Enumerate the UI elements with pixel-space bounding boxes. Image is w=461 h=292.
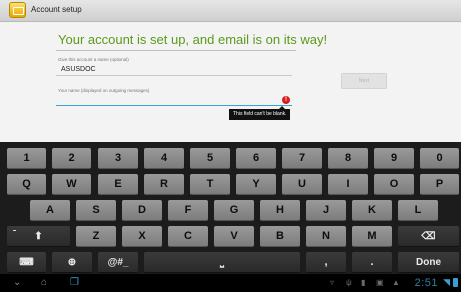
key-a[interactable]: A bbox=[30, 200, 70, 221]
key-i[interactable]: I bbox=[328, 174, 368, 195]
key-r[interactable]: R bbox=[144, 174, 184, 195]
key-e[interactable]: E bbox=[98, 174, 138, 195]
key-0[interactable]: 0 bbox=[420, 148, 459, 169]
key-4[interactable]: 4 bbox=[144, 148, 184, 169]
key-l[interactable]: L bbox=[398, 200, 438, 221]
warning-icon: ▲ bbox=[392, 278, 400, 287]
system-bar: ⌄ ⌂ ❐ ▿ ψ ▮ ▣ ▲ 2:51 ◥ bbox=[0, 274, 461, 292]
language-key[interactable]: ⊕ bbox=[52, 252, 92, 273]
comma-key[interactable]: , bbox=[306, 252, 346, 273]
key-6[interactable]: 6 bbox=[236, 148, 276, 169]
key-d[interactable]: D bbox=[122, 200, 162, 221]
key-v[interactable]: V bbox=[214, 226, 254, 247]
symbols-key[interactable]: @#_ bbox=[98, 252, 138, 273]
key-u[interactable]: U bbox=[282, 174, 322, 195]
account-name-field[interactable]: ASUSDOC bbox=[61, 66, 96, 73]
shift-key[interactable]: ⬆ bbox=[7, 226, 70, 247]
wifi-icon: ◥ bbox=[443, 277, 450, 287]
key-c[interactable]: C bbox=[168, 226, 208, 247]
key-j[interactable]: J bbox=[306, 200, 346, 221]
setup-heading: Your account is set up, and email is on … bbox=[58, 32, 328, 47]
caps-indicator bbox=[13, 230, 16, 231]
usb-icon: ψ bbox=[346, 278, 352, 287]
window-title: Account setup bbox=[31, 5, 82, 14]
globe-icon: ⊕ bbox=[67, 256, 77, 268]
next-button[interactable]: Next bbox=[341, 73, 387, 89]
your-name-field[interactable] bbox=[56, 105, 292, 106]
key-3[interactable]: 3 bbox=[98, 148, 138, 169]
key-n[interactable]: N bbox=[306, 226, 346, 247]
key-z[interactable]: Z bbox=[76, 226, 116, 247]
key-m[interactable]: M bbox=[352, 226, 392, 247]
key-5[interactable]: 5 bbox=[190, 148, 230, 169]
back-icon[interactable]: ⌄ bbox=[13, 277, 21, 289]
account-setup-form: Your account is set up, and email is on … bbox=[0, 22, 461, 142]
key-f[interactable]: F bbox=[168, 200, 208, 221]
sd-card-icon: ▮ bbox=[361, 278, 366, 287]
key-o[interactable]: O bbox=[374, 174, 414, 195]
account-name-label: Give this account a name (optional) bbox=[58, 57, 129, 62]
period-key[interactable]: . bbox=[352, 252, 392, 273]
symbols-label: @#_ bbox=[107, 256, 129, 268]
error-tooltip: This field can't be blank. bbox=[229, 106, 291, 120]
key-h[interactable]: H bbox=[260, 200, 300, 221]
heading-divider bbox=[56, 50, 296, 51]
done-key[interactable]: Done bbox=[398, 252, 459, 273]
space-key[interactable]: ⎵ bbox=[144, 252, 300, 273]
key-s[interactable]: S bbox=[76, 200, 116, 221]
title-bar: Account setup bbox=[0, 0, 461, 22]
key-q[interactable]: Q bbox=[7, 174, 46, 195]
done-label: Done bbox=[416, 256, 441, 268]
key-x[interactable]: X bbox=[122, 226, 162, 247]
key-1[interactable]: 1 bbox=[7, 148, 46, 169]
keyboard-icon: ⌨ bbox=[19, 256, 34, 268]
key-w[interactable]: W bbox=[52, 174, 91, 195]
key-g[interactable]: G bbox=[214, 200, 254, 221]
soft-keyboard: 1 2 3 4 5 6 7 8 9 0 Q W E R T Y U I O P … bbox=[0, 142, 461, 274]
key-7[interactable]: 7 bbox=[282, 148, 322, 169]
email-app-icon bbox=[9, 2, 26, 18]
clock: 2:51 bbox=[414, 277, 438, 289]
battery-icon bbox=[453, 278, 458, 287]
keyboard-settings-key[interactable]: ⌨ bbox=[7, 252, 46, 273]
space-icon: ⎵ bbox=[220, 256, 224, 268]
key-b[interactable]: B bbox=[260, 226, 300, 247]
screenshot-icon: ▣ bbox=[376, 278, 384, 287]
key-9[interactable]: 9 bbox=[374, 148, 414, 169]
home-icon[interactable]: ⌂ bbox=[41, 277, 47, 289]
key-t[interactable]: T bbox=[190, 174, 230, 195]
key-p[interactable]: P bbox=[420, 174, 459, 195]
key-y[interactable]: Y bbox=[236, 174, 276, 195]
key-8[interactable]: 8 bbox=[328, 148, 368, 169]
shift-icon: ⬆ bbox=[34, 230, 43, 242]
backspace-icon: ⌫ bbox=[421, 230, 436, 242]
backspace-key[interactable]: ⌫ bbox=[398, 226, 459, 247]
your-name-label: Your name (displayed on outgoing message… bbox=[58, 88, 150, 93]
notification-icon: ▿ bbox=[330, 278, 335, 287]
key-2[interactable]: 2 bbox=[52, 148, 91, 169]
key-k[interactable]: K bbox=[352, 200, 392, 221]
account-name-underline bbox=[56, 75, 292, 76]
error-icon: ! bbox=[282, 96, 290, 104]
recent-apps-icon[interactable]: ❐ bbox=[70, 277, 79, 289]
